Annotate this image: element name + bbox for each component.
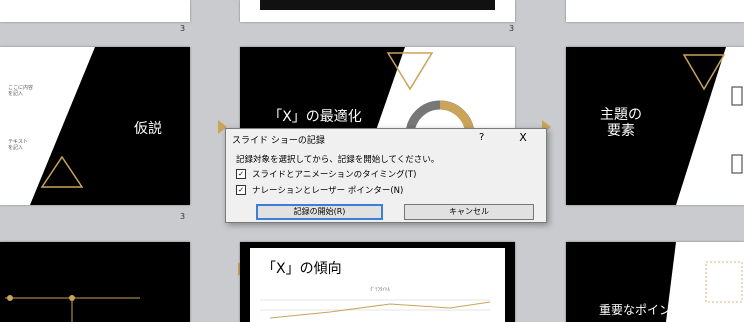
slide-number: 3 [509,24,515,33]
option-narration-row[interactable]: ✓ ナレーションとレーザー ポインター(N) [236,184,403,196]
line-chart-graphic [260,299,491,319]
slide-title: 「X」の最適化 [268,109,362,125]
slide-small-text: ここに内容 を記入 [8,85,34,97]
help-icon[interactable]: ? [479,132,484,143]
option-narration-label: ナレーションとレーザー ポインター(N) [252,186,404,196]
slide-title: 主題の 要素 [600,107,642,139]
slide-thumbnail-important[interactable]: 重要なポイント [566,242,744,322]
cancel-button[interactable]: キャンセル [404,204,534,220]
close-icon[interactable]: X [514,131,532,145]
slide-small-text: テキスト を記入 [8,139,28,151]
dialog-instruction: 記録対象を選択してから、記録を開始してください。 [236,155,440,165]
slide-thumbnail-hypothesis[interactable]: ここに内容 を記入 テキスト を記入 仮説 [0,47,190,205]
slide-title: 仮説 [134,121,162,137]
slide-top-dark-band [260,0,495,10]
option-timings-row[interactable]: ✓ スライドとアニメーションのタイミング(T) [236,168,417,180]
slide-timeline-graphic [5,295,140,322]
slide-thumbnail-top-left[interactable] [0,0,190,22]
start-recording-button[interactable]: 記録の開始(R) [256,204,383,220]
checkbox-timings[interactable]: ✓ [236,169,246,179]
slide-thumbnail-bottom-left[interactable] [0,242,190,322]
dialog-title: スライド ショーの記録 [232,136,325,146]
slide-background-shape [566,47,743,205]
checkbox-narration[interactable]: ✓ [236,185,246,195]
slide-number: 3 [180,24,186,33]
slide-number: 3 [180,212,186,221]
record-slideshow-dialog: スライド ショーの記録 ? X 記録対象を選択してから、記録を開始してください。… [225,128,547,223]
slide-thumbnail-top-right[interactable] [566,0,744,22]
slide-title: 重要なポイント [598,303,683,317]
slide-thumbnail-top-center[interactable] [240,0,515,22]
option-timings-label: スライドとアニメーションのタイミング(T) [252,170,417,180]
slide-thumbnail-trend[interactable]: 「X」の傾向 ｸﾞﾗﾌﾀｲﾄﾙ [240,242,515,322]
slide-thumbnail-subject[interactable]: 主題の 要素 [566,47,744,205]
